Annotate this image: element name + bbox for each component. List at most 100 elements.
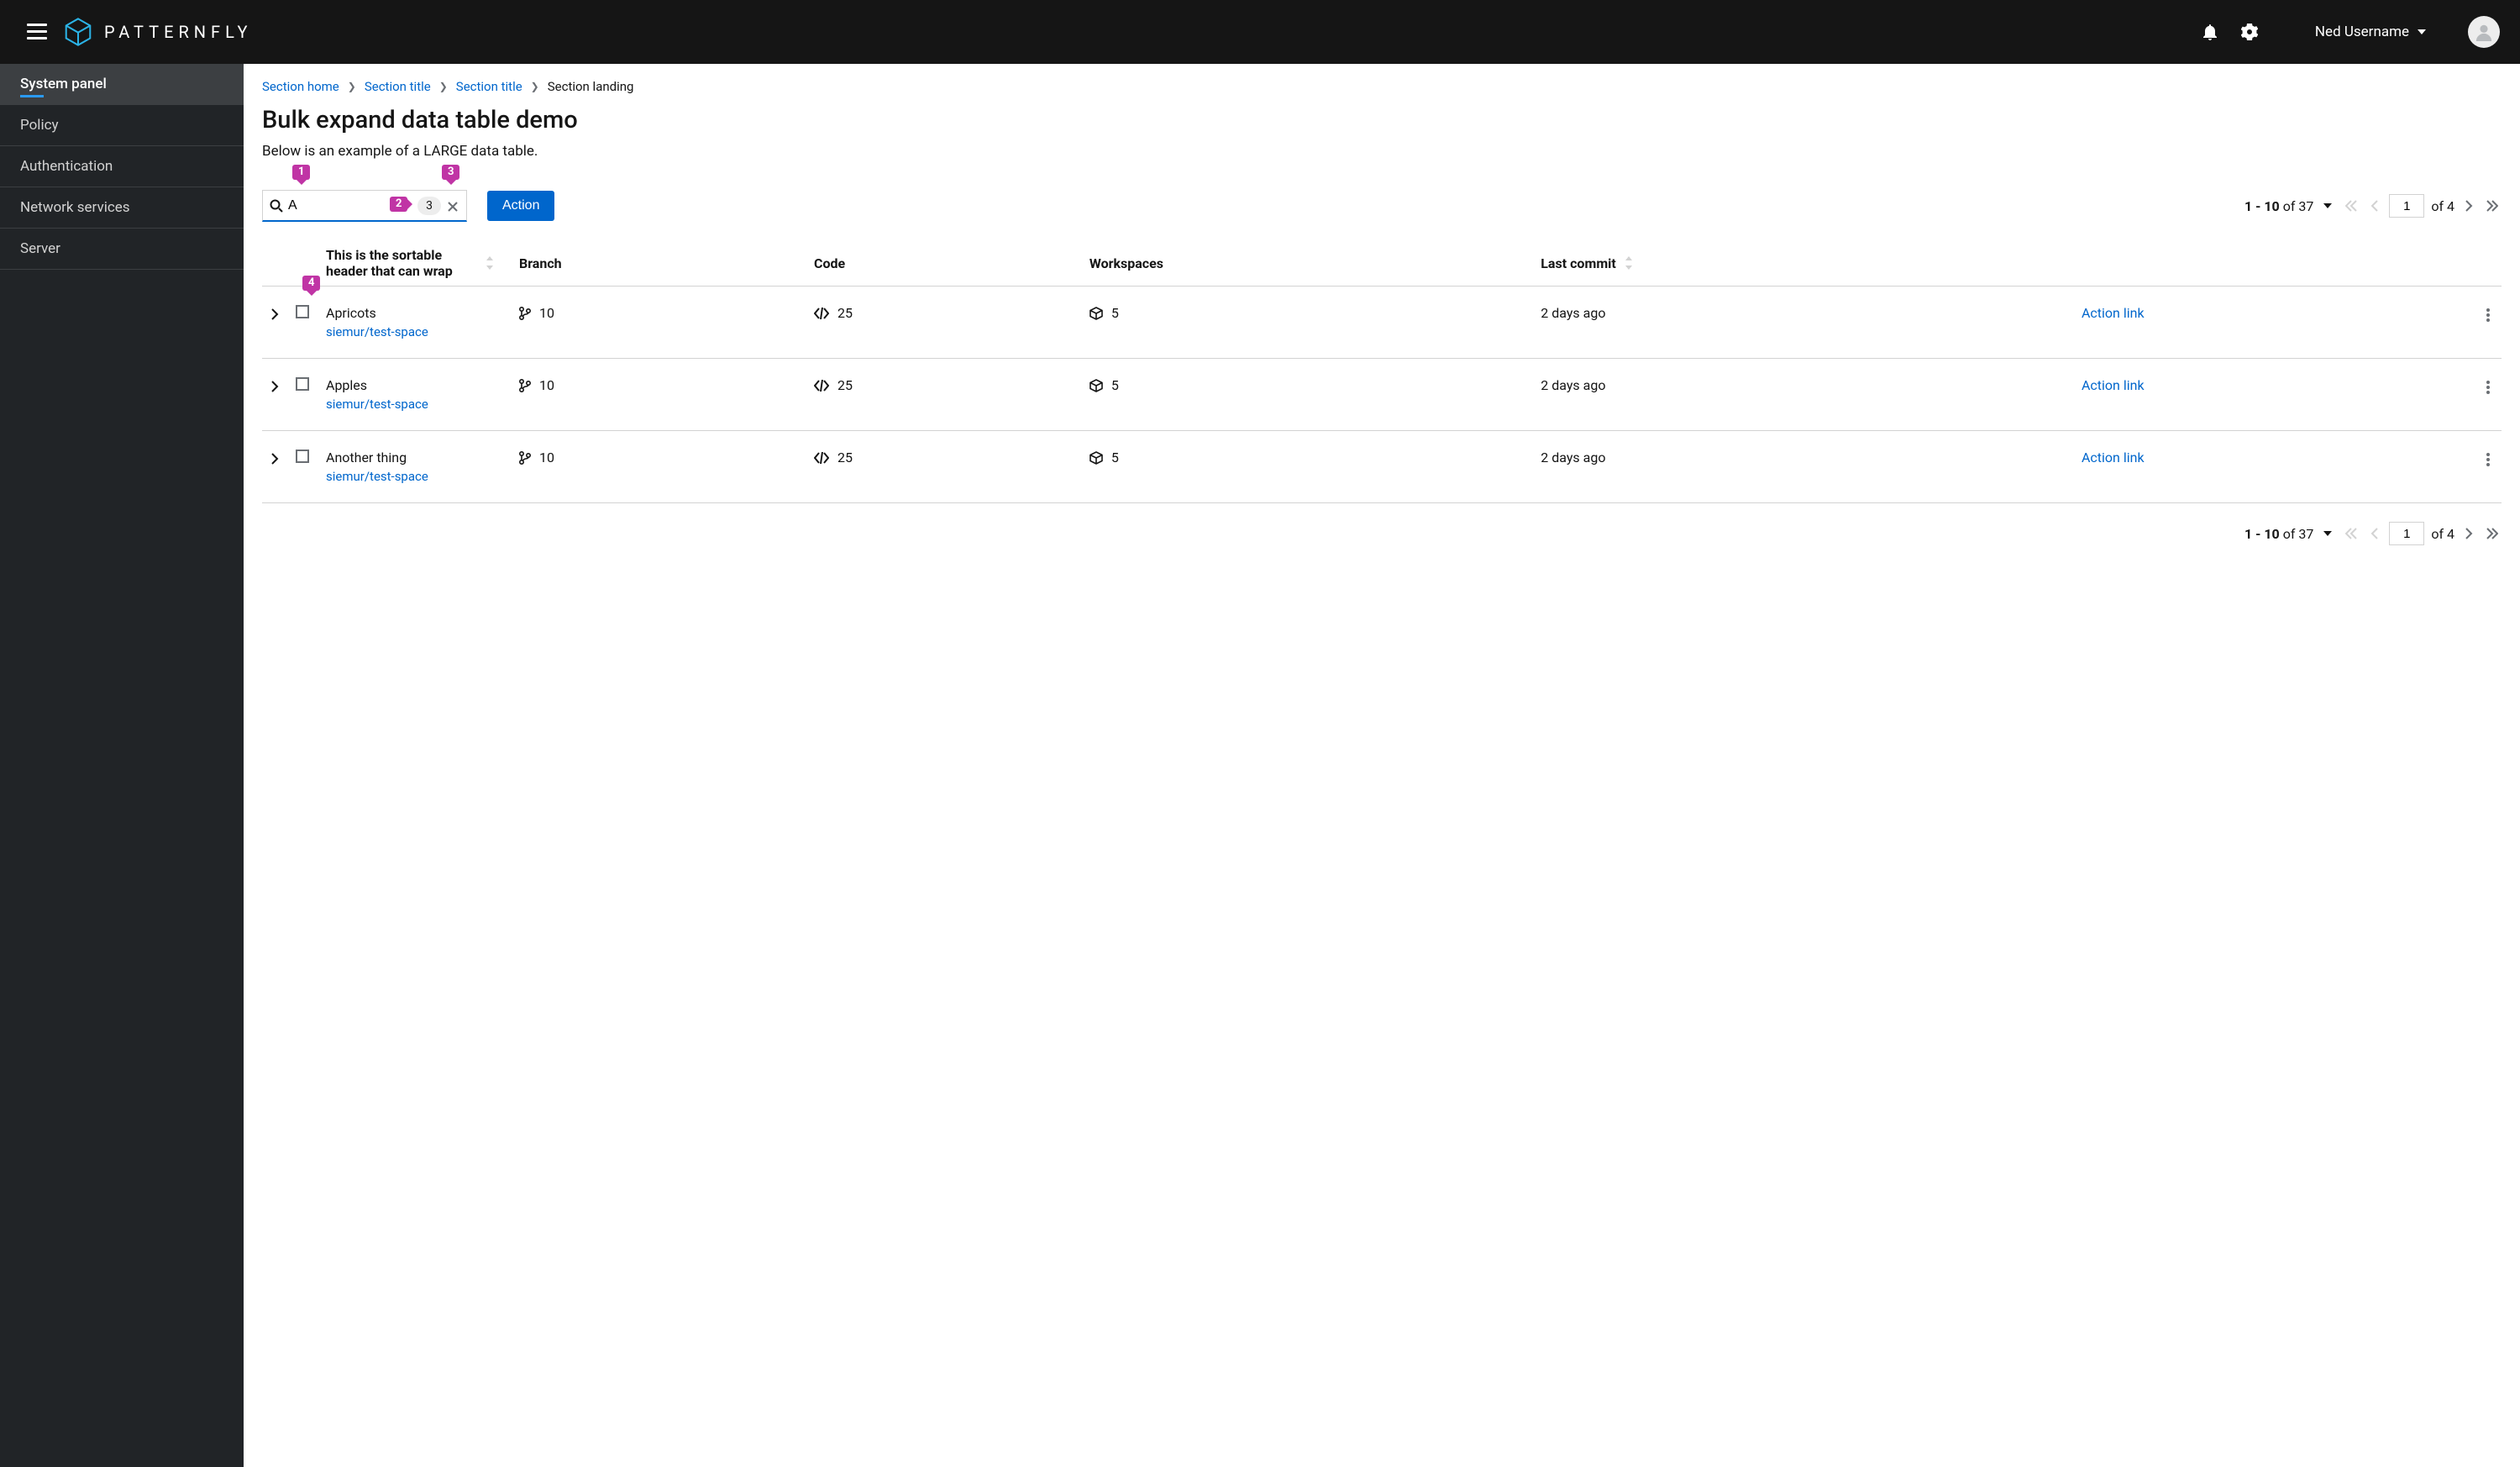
pagination-last-button[interactable] (2483, 524, 2502, 543)
brand-logo-icon (64, 18, 92, 46)
action-button[interactable]: Action (487, 191, 554, 221)
kebab-icon (2486, 308, 2490, 322)
cube-icon (1089, 307, 1103, 320)
expand-toggle[interactable] (270, 305, 279, 321)
masthead: PATTERNFLY Ned Username (0, 0, 2520, 64)
kebab-icon (2486, 453, 2490, 466)
annotation-callout-1: 1 (292, 165, 310, 180)
sidebar-item-system-panel[interactable]: System panel (0, 64, 244, 105)
angle-left-icon (2370, 528, 2379, 539)
sidebar-item-authentication[interactable]: Authentication (0, 146, 244, 187)
pagination-perpage-toggle[interactable] (2320, 200, 2335, 212)
angle-left-icon (2370, 200, 2379, 212)
sidebar-item-policy[interactable]: Policy (0, 105, 244, 146)
row-sublink[interactable]: siemur/test-space (326, 469, 502, 484)
pagination-prev-button[interactable] (2367, 197, 2382, 215)
column-header-code[interactable]: Code (806, 240, 1081, 287)
search-icon (270, 199, 283, 213)
pagination-last-button[interactable] (2483, 197, 2502, 215)
sort-icon[interactable] (486, 256, 494, 270)
row-name: Apples (326, 377, 367, 393)
cube-icon (1089, 451, 1103, 465)
hamburger-menu-button[interactable] (20, 17, 54, 47)
branch-icon (519, 451, 531, 465)
row-lastcommit-value: 2 days ago (1541, 377, 1605, 393)
row-checkbox[interactable] (296, 377, 309, 391)
pagination-next-button[interactable] (2461, 524, 2476, 543)
pagination-of-pages: of 4 (2431, 198, 2454, 214)
breadcrumb-item[interactable]: Section title (365, 79, 431, 94)
annotation-callout-3: 3 (442, 165, 459, 180)
avatar[interactable] (2468, 16, 2500, 48)
pagination-next-button[interactable] (2461, 197, 2476, 215)
sidebar-item-label: Authentication (20, 158, 113, 175)
angle-right-icon (2465, 528, 2473, 539)
row-checkbox[interactable] (296, 450, 309, 463)
row-code-value: 25 (837, 450, 853, 465)
sidebar-item-server[interactable]: Server (0, 229, 244, 270)
expand-toggle[interactable] (270, 450, 279, 465)
angle-double-right-icon (2486, 200, 2498, 212)
row-action-link[interactable]: Action link (2082, 305, 2145, 321)
expand-toggle[interactable] (270, 377, 279, 393)
column-header-workspaces[interactable]: Workspaces (1081, 240, 1532, 287)
column-header-branch[interactable]: Branch (511, 240, 806, 287)
search-input-group: 3 (262, 190, 467, 222)
username-dropdown[interactable]: Ned Username (2315, 24, 2426, 40)
sort-icon[interactable] (1625, 256, 1633, 270)
breadcrumb-item[interactable]: Section title (456, 79, 522, 94)
chevron-right-icon: ❯ (348, 81, 356, 92)
row-sublink[interactable]: siemur/test-space (326, 324, 502, 339)
clear-search-button[interactable] (446, 197, 459, 213)
pagination-bottom: 1 - 10 of 37 of 4 (2244, 522, 2502, 545)
row-kebab-menu[interactable] (2483, 450, 2493, 470)
sidebar-item-network-services[interactable]: Network services (0, 187, 244, 229)
settings-button[interactable] (2241, 24, 2258, 40)
pagination-range-text: 1 - 10 of 37 (2244, 526, 2313, 542)
angle-double-right-icon (2486, 528, 2498, 539)
row-lastcommit-value: 2 days ago (1541, 450, 1605, 465)
row-kebab-menu[interactable] (2483, 377, 2493, 397)
angle-right-icon (2465, 200, 2473, 212)
row-action-link[interactable]: Action link (2082, 377, 2145, 393)
brand: PATTERNFLY (64, 18, 253, 46)
code-icon (814, 308, 829, 319)
row-action-link[interactable]: Action link (2082, 450, 2145, 465)
pagination-top: 1 - 10 of 37 of 4 (2244, 194, 2502, 218)
pagination-prev-button[interactable] (2367, 524, 2382, 543)
masthead-toolbar: Ned Username (2202, 16, 2500, 48)
pagination-range-value: 1 - 10 of 37 (2244, 198, 2313, 214)
branch-icon (519, 379, 531, 392)
avatar-icon (2475, 23, 2493, 41)
angle-right-icon (270, 381, 279, 392)
row-branch-value: 10 (539, 305, 554, 321)
pagination-of-pages: of 4 (2431, 526, 2454, 542)
column-header-lastcommit[interactable]: Last commit (1541, 255, 1616, 271)
pagination-page-input[interactable] (2389, 522, 2424, 545)
code-icon (814, 380, 829, 392)
pagination-range-value: 1 - 10 of 37 (2244, 526, 2313, 542)
sidebar-item-label: Network services (20, 199, 130, 216)
row-code-value: 25 (837, 305, 853, 321)
brand-text: PATTERNFLY (104, 22, 253, 42)
row-kebab-menu[interactable] (2483, 305, 2493, 325)
row-code-value: 25 (837, 377, 853, 393)
pagination-first-button[interactable] (2342, 524, 2360, 543)
column-header-name[interactable]: This is the sortable header that can wra… (326, 247, 477, 279)
row-checkbox[interactable] (296, 305, 309, 318)
angle-right-icon (270, 308, 279, 320)
notifications-button[interactable] (2202, 24, 2218, 40)
breadcrumb: Section home ❯ Section title ❯ Section t… (262, 79, 2502, 94)
chevron-right-icon: ❯ (531, 81, 539, 92)
table-row: Another thing siemur/test-space 10 25 (262, 431, 2502, 503)
gear-icon (2241, 24, 2258, 40)
row-sublink[interactable]: siemur/test-space (326, 397, 502, 412)
data-table: This is the sortable header that can wra… (262, 240, 2502, 503)
pagination-first-button[interactable] (2342, 197, 2360, 215)
pagination-range-text: 1 - 10 of 37 (2244, 198, 2313, 214)
pagination-page-input[interactable] (2389, 194, 2424, 218)
caret-down-icon (2323, 531, 2332, 536)
breadcrumb-item[interactable]: Section home (262, 79, 339, 94)
row-workspaces-value: 5 (1111, 450, 1119, 465)
pagination-perpage-toggle[interactable] (2320, 528, 2335, 539)
